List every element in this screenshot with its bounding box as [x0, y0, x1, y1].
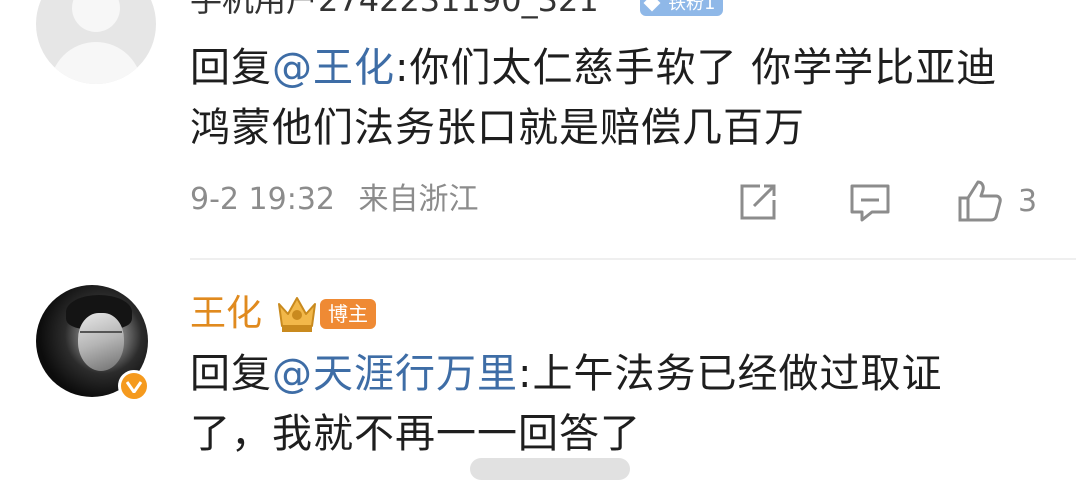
watermark-overlay [470, 458, 630, 480]
comment-thread: 手机用户2742231190_321 铁粉1 回复@王化:你们太仁慈手软了 你学… [0, 0, 1076, 490]
avatar-glasses-shape [80, 331, 122, 341]
comment-text: 回复@天涯行万里:上午法务已经做过取证了，我就不再一一回答了 [190, 344, 1010, 464]
like-icon[interactable] [956, 178, 1006, 228]
mention-link[interactable]: @王化 [272, 45, 395, 91]
comment-username[interactable]: 手机用户2742231190_321 [190, 0, 599, 18]
like-count: 3 [1018, 184, 1038, 219]
verified-icon [118, 370, 150, 402]
comment-meta: 9-2 19:32 来自浙江 [190, 180, 479, 220]
reply-prefix: 回复 [190, 45, 272, 91]
fan-badge-label: 铁粉1 [668, 0, 716, 14]
comment-username[interactable]: 王化 [190, 292, 262, 336]
comment-location: 来自浙江 [358, 182, 479, 217]
avatar[interactable] [36, 0, 156, 84]
fan-badge: 铁粉1 [640, 0, 724, 16]
comment-text: 回复@王化:你们太仁慈手软了 你学学比亚迪 鸿蒙他们法务张口就是赔偿几百万 [190, 38, 1030, 158]
comment-date: 9-2 19:32 [190, 182, 335, 217]
avatar-face-shape [78, 313, 124, 371]
comment-icon[interactable] [848, 182, 892, 228]
diamond-icon [643, 0, 661, 12]
crown-icon [276, 294, 318, 338]
share-icon[interactable] [736, 180, 780, 228]
mention-link[interactable]: @天涯行万里 [272, 351, 518, 397]
avatar-body-shape [50, 42, 142, 84]
reply-prefix: 回复 [190, 351, 272, 397]
avatar-head-shape [72, 0, 120, 32]
divider [190, 258, 1076, 260]
blogger-badge: 博主 [320, 299, 376, 329]
